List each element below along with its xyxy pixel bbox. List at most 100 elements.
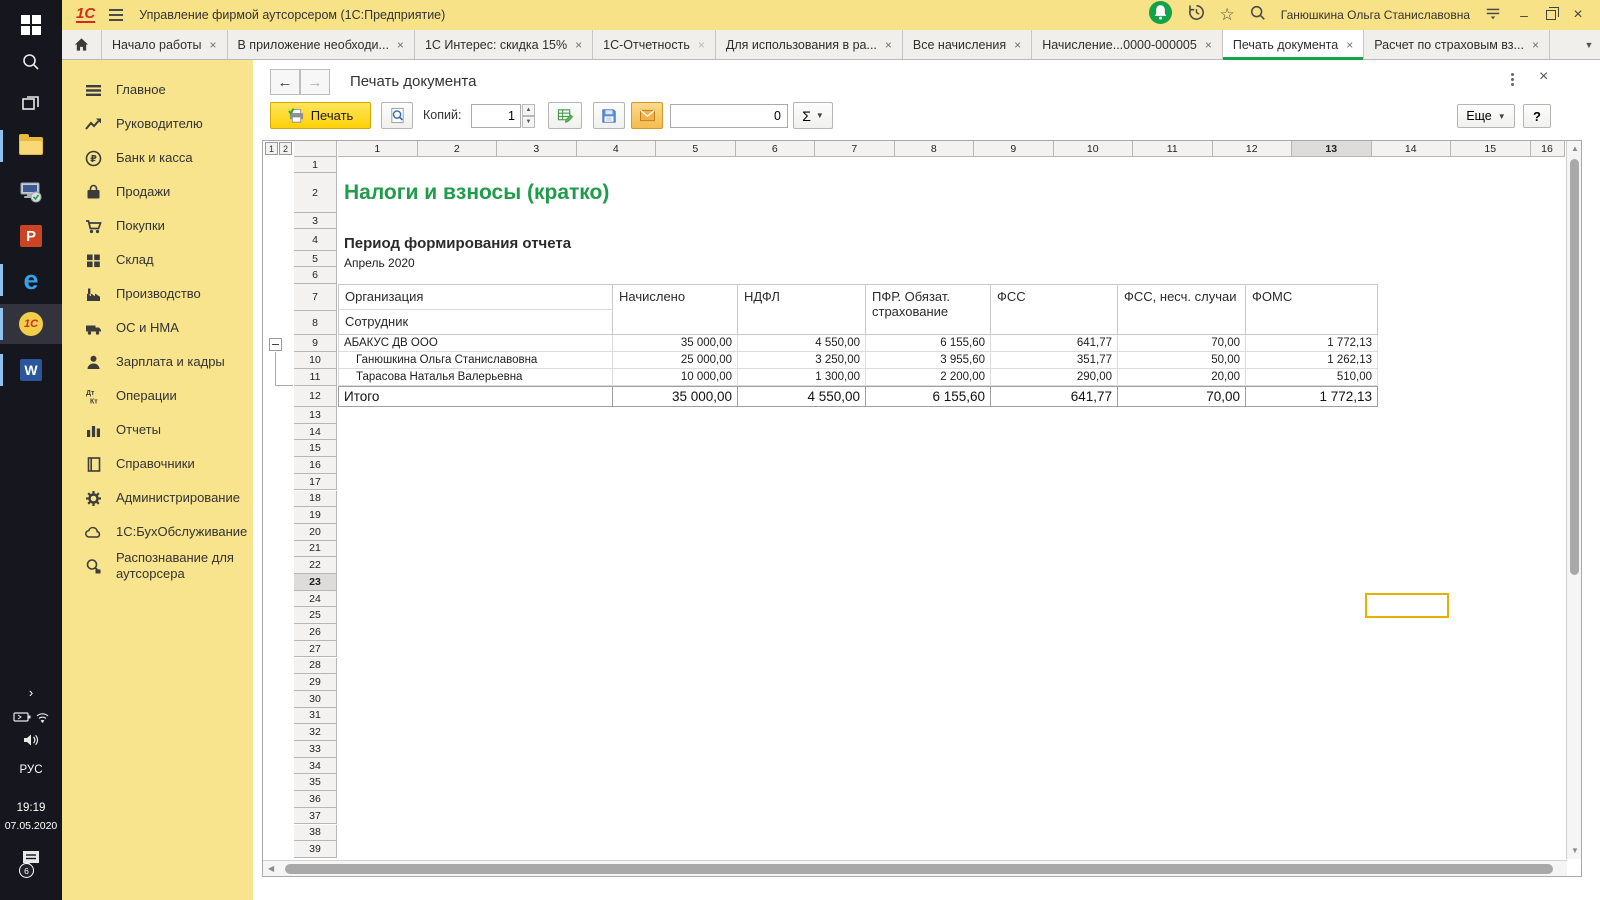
column-header[interactable]: 4 xyxy=(577,141,657,157)
selected-cell[interactable] xyxy=(1365,593,1449,618)
row-header[interactable]: 24 xyxy=(294,591,337,608)
tray-expand-icon[interactable]: › xyxy=(0,685,62,700)
tab-close-icon[interactable]: × xyxy=(209,39,216,51)
language-indicator[interactable]: РУС xyxy=(0,764,62,776)
row-header[interactable]: 15 xyxy=(294,440,337,457)
scroll-down-icon[interactable]: ▼ xyxy=(1571,847,1579,855)
report-value-cell[interactable]: 1 772,13 xyxy=(1246,335,1378,352)
column-header[interactable]: 14 xyxy=(1372,141,1452,157)
report-value-cell[interactable]: 3 250,00 xyxy=(738,352,866,369)
report-header-cell[interactable]: Организация xyxy=(338,284,613,310)
onec-app-icon[interactable]: 1С xyxy=(0,304,62,344)
row-header[interactable]: 26 xyxy=(294,624,337,641)
report-value-cell[interactable]: 1 300,00 xyxy=(738,369,866,386)
row-header[interactable]: 37 xyxy=(294,808,337,825)
tab-item[interactable]: Для использования в ра...× xyxy=(716,30,903,59)
scroll-left-icon[interactable]: ◀ xyxy=(268,865,274,873)
tab-item[interactable]: Начало работы× xyxy=(102,30,228,59)
report-value-cell[interactable]: 3 955,60 xyxy=(866,352,991,369)
powerpoint-icon[interactable]: P xyxy=(0,216,62,256)
row-header[interactable]: 17 xyxy=(294,474,337,491)
stepper-up-icon[interactable]: ▲ xyxy=(522,104,535,116)
row-header[interactable]: 18 xyxy=(294,491,337,508)
tab-item[interactable]: Расчет по страховым вз...× xyxy=(1364,30,1550,59)
report-header-cell[interactable]: ФСС xyxy=(991,284,1118,335)
sidebar-item[interactable]: Главное xyxy=(62,73,253,107)
row-header[interactable]: 19 xyxy=(294,507,337,524)
sheet-canvas[interactable]: Налоги и взносы (кратко) Период формиров… xyxy=(338,157,1567,859)
taskbar-search-icon[interactable] xyxy=(0,42,62,82)
row-header[interactable]: 38 xyxy=(294,825,337,842)
stepper-down-icon[interactable]: ▼ xyxy=(522,116,535,128)
row-header[interactable]: 27 xyxy=(294,641,337,658)
print-button[interactable]: Печать xyxy=(270,102,371,129)
column-header[interactable]: 11 xyxy=(1133,141,1213,157)
close-window-button[interactable]: × xyxy=(1570,6,1586,24)
row-header[interactable]: 16 xyxy=(294,457,337,474)
report-header-cell[interactable]: ПФР. Обязат. страхование xyxy=(866,284,991,335)
group-collapse-icon[interactable] xyxy=(269,338,282,351)
sheet-corner[interactable] xyxy=(294,141,337,157)
column-header[interactable]: 2 xyxy=(418,141,498,157)
column-header[interactable]: 9 xyxy=(974,141,1054,157)
sidebar-item[interactable]: ₽Банк и касса xyxy=(62,141,253,175)
more-actions-button[interactable]: Еще ▼ xyxy=(1457,104,1515,128)
preview-button[interactable] xyxy=(381,102,413,129)
report-total-value-cell[interactable]: 1 772,13 xyxy=(1246,386,1378,407)
report-value-cell[interactable]: 2 200,00 xyxy=(866,369,991,386)
report-header-cell[interactable]: Сотрудник xyxy=(338,310,613,335)
sidebar-item[interactable]: Отчеты xyxy=(62,413,253,447)
sidebar-item[interactable]: ДтКтОперации xyxy=(62,379,253,413)
column-header[interactable]: 15 xyxy=(1451,141,1531,157)
copies-input[interactable] xyxy=(471,104,521,128)
row-header[interactable]: 14 xyxy=(294,424,337,441)
row-header[interactable]: 9 xyxy=(294,335,337,352)
sidebar-item[interactable]: Покупки xyxy=(62,209,253,243)
row-header[interactable]: 21 xyxy=(294,541,337,558)
report-header-cell[interactable]: НДФЛ xyxy=(738,284,866,335)
sidebar-item[interactable]: Склад xyxy=(62,243,253,277)
tab-close-icon[interactable]: × xyxy=(397,39,404,51)
tab-close-icon[interactable]: × xyxy=(885,39,892,51)
report-section-header[interactable]: Период формирования отчета xyxy=(344,235,571,252)
column-header[interactable]: 16 xyxy=(1531,141,1565,157)
speaker-icon[interactable] xyxy=(0,733,62,752)
row-header[interactable]: 1 xyxy=(294,157,337,173)
report-value-cell[interactable]: 1 262,13 xyxy=(1246,352,1378,369)
report-header-cell[interactable]: ФСС, несч. случаи xyxy=(1118,284,1246,335)
report-total-value-cell[interactable]: 4 550,00 xyxy=(738,386,866,407)
row-header[interactable]: 29 xyxy=(294,674,337,691)
horizontal-scrollbar[interactable]: ◀ xyxy=(263,860,1567,876)
sidebar-item[interactable]: Администрирование xyxy=(62,481,253,515)
notifications-bell-icon[interactable] xyxy=(1148,0,1173,30)
report-total-value-cell[interactable]: 641,77 xyxy=(991,386,1118,407)
search-icon[interactable] xyxy=(1249,4,1267,27)
column-header[interactable]: 1 xyxy=(338,141,418,157)
favorites-star-icon[interactable]: ☆ xyxy=(1220,7,1235,23)
row-header[interactable]: 31 xyxy=(294,708,337,725)
column-header[interactable]: 6 xyxy=(736,141,816,157)
restore-button[interactable] xyxy=(1546,10,1556,20)
home-tab[interactable] xyxy=(62,30,102,59)
tab-item[interactable]: Начисление...0000-000005× xyxy=(1032,30,1223,59)
row-header[interactable]: 13 xyxy=(294,407,337,424)
minimize-button[interactable]: – xyxy=(1516,7,1532,23)
report-total-value-cell[interactable]: 6 155,60 xyxy=(866,386,991,407)
column-header[interactable]: 10 xyxy=(1054,141,1134,157)
row-header[interactable]: 25 xyxy=(294,607,337,624)
report-value-cell[interactable]: 50,00 xyxy=(1118,352,1246,369)
current-user[interactable]: Ганюшкина Ольга Станиславовна xyxy=(1281,8,1470,22)
row-header[interactable]: 33 xyxy=(294,741,337,758)
report-total-value-cell[interactable]: 70,00 xyxy=(1118,386,1246,407)
word-icon[interactable]: W xyxy=(0,350,62,390)
scroll-up-icon[interactable]: ▲ xyxy=(1571,145,1579,153)
tab-close-icon[interactable]: × xyxy=(1014,39,1021,51)
tab-item[interactable]: В приложение необходи...× xyxy=(228,30,415,59)
row-header[interactable]: 32 xyxy=(294,724,337,741)
report-value-cell[interactable]: 25 000,00 xyxy=(613,352,738,369)
window-menu-kebab-icon[interactable] xyxy=(1505,73,1519,89)
report-title[interactable]: Налоги и взносы (кратко) xyxy=(344,181,609,205)
row-header[interactable]: 39 xyxy=(294,841,337,858)
report-header-cell[interactable]: Начислено xyxy=(613,284,738,335)
sidebar-item[interactable]: Распознавание для аутсорсера xyxy=(62,549,253,583)
